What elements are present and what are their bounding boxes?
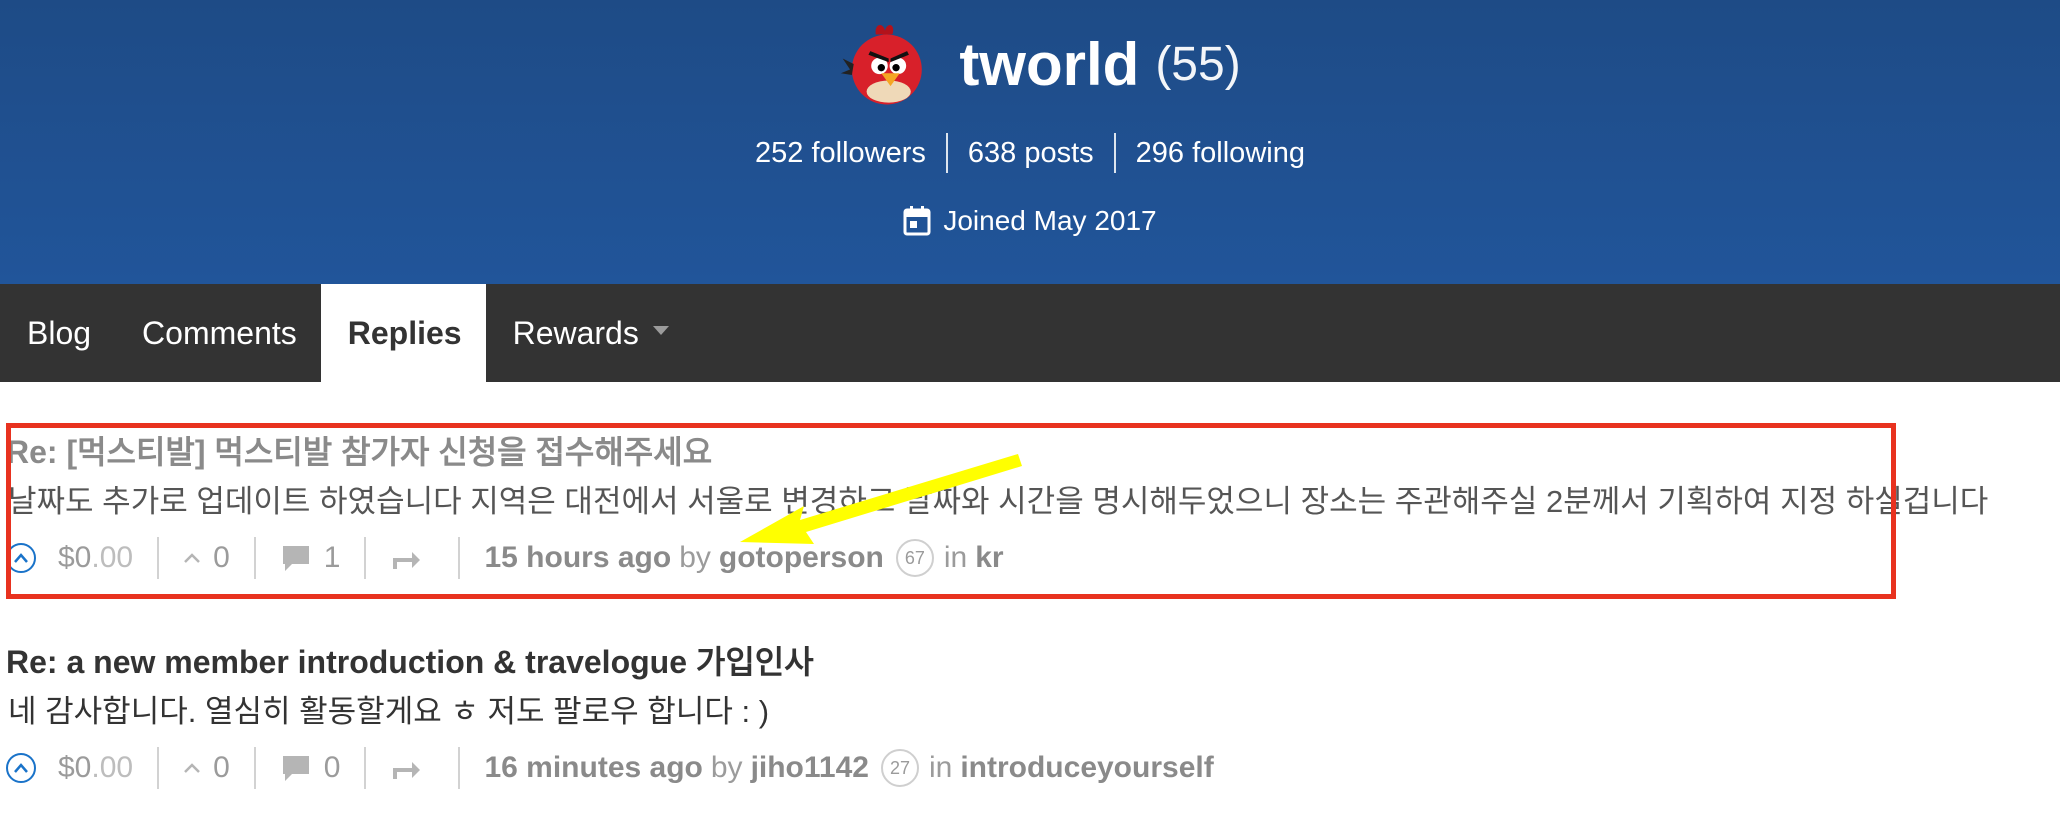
profile-username: tworld (959, 30, 1140, 98)
tab-rewards-label: Rewards (512, 314, 639, 351)
reply-category[interactable]: introduceyourself (960, 751, 1213, 785)
reply-title[interactable]: Re: a new member introduction & travelog… (6, 642, 2046, 682)
upvote-icon[interactable] (6, 753, 36, 783)
profile-reputation: (55) (1155, 37, 1241, 91)
reply-author[interactable]: jiho1142 (751, 751, 869, 785)
followers-link[interactable]: 252 followers (735, 133, 946, 173)
author-reputation-badge: 27 (880, 749, 919, 787)
profile-title-row: tworld (55) (0, 14, 2060, 114)
reply-item: Re: a new member introduction & travelog… (6, 642, 2046, 790)
tab-blog-label: Blog (27, 314, 92, 351)
tab-replies-label: Replies (347, 314, 462, 351)
reply-body[interactable]: 네 감사합니다. 열심히 활동할게요 ㅎ 저도 팔로우 합니다 : ) (6, 692, 2046, 732)
tab-replies[interactable]: Replies (320, 284, 486, 382)
yellow-arrow-annotation-icon (740, 454, 1022, 544)
by-label: by (710, 751, 743, 784)
divider (157, 747, 160, 789)
tab-blog[interactable]: Blog (0, 284, 115, 382)
profile-stats: 252 followers 638 posts 296 following (0, 130, 2060, 176)
reblog-icon[interactable] (390, 755, 422, 781)
angry-bird-avatar-icon[interactable] (839, 18, 931, 110)
profile-header: tworld (55) 252 followers 638 posts 296 … (0, 0, 2060, 284)
divider (253, 747, 256, 789)
comment-count[interactable]: 0 (324, 751, 341, 785)
voters-chevron-up-icon[interactable] (183, 762, 201, 774)
calendar-icon (903, 206, 931, 236)
tab-comments[interactable]: Comments (115, 284, 321, 382)
payout-amount[interactable]: $0.00 (58, 751, 133, 785)
divider (364, 747, 367, 789)
tab-comments-label: Comments (142, 314, 297, 351)
reply-timestamp[interactable]: 16 minutes ago (484, 751, 702, 785)
vote-count[interactable]: 0 (213, 751, 230, 785)
tab-rewards[interactable]: Rewards (486, 284, 693, 382)
joined-date: Joined May 2017 (0, 198, 2060, 244)
posts-count: 638 posts (945, 133, 1114, 173)
payout-dollars: $0 (58, 751, 92, 784)
reply-footer: $0.00 0 0 16 minutes ago by jiho1142 27 … (6, 746, 2046, 790)
comment-icon[interactable] (280, 753, 312, 783)
chevron-down-icon (652, 325, 669, 335)
joined-text: Joined May 2017 (943, 205, 1157, 236)
following-link[interactable]: 296 following (1113, 133, 1325, 173)
in-label: in (928, 751, 953, 784)
profile-tab-bar: Blog Comments Replies Rewards (0, 284, 2060, 382)
divider (458, 747, 461, 789)
payout-cents: .00 (91, 751, 134, 784)
